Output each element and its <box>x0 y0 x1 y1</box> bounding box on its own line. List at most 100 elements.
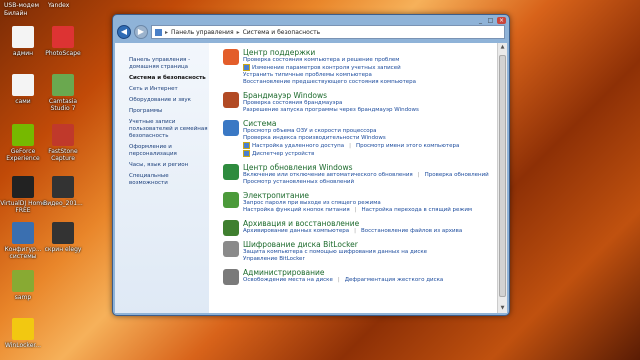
desktop-shortcut[interactable]: PhotoScape <box>40 26 86 57</box>
category-block: Шифрование диска BitLocker Защита компьют… <box>219 240 495 263</box>
task-link[interactable]: Изменение параметров контроля учетных за… <box>252 65 401 71</box>
bitlocker-icon <box>223 241 239 257</box>
vertical-scrollbar[interactable]: ▲ ▼ <box>497 43 507 313</box>
administration-icon <box>223 269 239 285</box>
left-nav-link[interactable]: Сеть и Интернет <box>129 86 209 93</box>
task-link[interactable]: Разрешение запуска программы через бранд… <box>243 107 419 113</box>
photoscape-icon <box>52 26 74 48</box>
category-block: Администрирование Освобождение места на д… <box>219 268 495 285</box>
task-link-row: Управление BitLocker <box>243 256 495 263</box>
task-link-row: Архивирование данных компьютера | Восстано… <box>243 228 495 235</box>
task-link[interactable]: Диспетчер устройств <box>252 151 314 157</box>
task-link[interactable]: Устранить типичные проблемы компьютера <box>243 72 372 78</box>
navigation-bar: ◀ ▶ ▸ Панель управления ▸ Система и безо… <box>113 23 509 41</box>
back-arrow-icon[interactable]: ◀ <box>117 25 131 39</box>
left-nav-link[interactable]: Оформление и персонализация <box>129 144 209 158</box>
control-panel-window[interactable]: _ □ × ◀ ▶ ▸ Панель управления ▸ Система … <box>112 14 510 316</box>
task-link[interactable]: Настройка перехода в спящий режим <box>362 207 473 213</box>
link-separator: | <box>337 277 340 283</box>
category-title-link[interactable]: Брандмауэр Windows <box>243 91 495 100</box>
scroll-down-icon[interactable]: ▼ <box>498 304 507 313</box>
task-link[interactable]: Управление BitLocker <box>243 256 305 262</box>
desktop-shortcut[interactable]: скрин elegy <box>40 222 86 253</box>
desktop-shortcut[interactable]: FastStone Capture <box>40 124 86 162</box>
uac-shield-icon <box>243 150 250 157</box>
task-link[interactable]: Просмотр объема ОЗУ и скорости процессор… <box>243 128 377 134</box>
category-title-link[interactable]: Электропитание <box>243 191 495 200</box>
category-block: Система Просмотр объема ОЗУ и скорости пр… <box>219 119 495 158</box>
task-link-row: Изменение параметров контроля учетных за… <box>243 64 495 72</box>
windows-update-icon <box>223 164 239 180</box>
breadcrumb-separator-icon: ▸ <box>236 28 240 36</box>
category-title-link[interactable]: Шифрование диска BitLocker <box>243 240 495 249</box>
task-link[interactable]: Запрос пароля при выходе из спящего режи… <box>243 200 381 206</box>
category-title-link[interactable]: Центр поддержки <box>243 48 495 57</box>
category-block: Брандмауэр Windows Проверка состояния бра… <box>219 91 495 114</box>
category-block: Электропитание Запрос пароля при выходе и… <box>219 191 495 214</box>
address-bar[interactable]: ▸ Панель управления ▸ Система и безопасн… <box>151 25 505 39</box>
desktop-shortcut-label: samp <box>14 294 32 301</box>
category-title-link[interactable]: Система <box>243 119 495 128</box>
breadcrumb-control-panel[interactable]: Панель управления <box>171 29 234 36</box>
category-block: Центр поддержки Проверка состояния компью… <box>219 48 495 86</box>
config-icon <box>12 222 34 244</box>
left-nav-link[interactable]: Система и безопасность <box>129 75 209 82</box>
desktop-shortcut-label: Camtasia Studio 7 <box>48 98 78 112</box>
task-link[interactable]: Настройка функций кнопок питания <box>243 207 350 213</box>
desktop-shortcut[interactable]: WinLocker... <box>0 318 46 349</box>
breadcrumb-system-security[interactable]: Система и безопасность <box>243 29 321 36</box>
scrollbar-thumb[interactable] <box>499 55 506 297</box>
left-nav-link[interactable]: Часы, язык и регион <box>129 162 209 169</box>
left-nav-link[interactable]: Специальные возможности <box>129 173 209 187</box>
image-icon <box>52 222 74 244</box>
system-icon <box>223 120 239 136</box>
task-link[interactable]: Проверка обновлений <box>425 172 489 178</box>
uac-shield-icon <box>243 64 250 71</box>
left-nav-link[interactable]: Учетные записи пользователей и семейная … <box>129 119 209 140</box>
minimize-button[interactable]: _ <box>476 17 485 24</box>
close-button[interactable]: × <box>497 17 506 24</box>
task-link[interactable]: Проверка состояния брандмауэра <box>243 100 342 106</box>
task-link[interactable]: Защита компьютера с помощью шифрования д… <box>243 249 427 255</box>
breadcrumb-separator-icon: ▸ <box>165 28 169 36</box>
window-titlebar[interactable] <box>113 15 509 23</box>
maximize-button[interactable]: □ <box>486 17 495 24</box>
desktop-shortcut-label: PhotoScape <box>45 50 81 57</box>
faststone-icon <box>52 124 74 146</box>
left-nav-link[interactable]: Панель управления - домашняя страница <box>129 57 209 71</box>
left-nav-link[interactable]: Программы <box>129 108 209 115</box>
uac-shield-icon <box>243 142 250 149</box>
task-link[interactable]: Проверка состояния компьютера и решение … <box>243 57 399 63</box>
category-title-link[interactable]: Архивация и восстановление <box>243 219 495 228</box>
task-link-row: Восстановление предшествующего состояния… <box>243 79 495 86</box>
forward-arrow-icon[interactable]: ▶ <box>134 25 148 39</box>
desktop-shortcut[interactable]: Camtasia Studio 7 <box>40 74 86 112</box>
desktop-label-beeline: Билайн <box>4 10 28 17</box>
task-link[interactable]: Освобождение места на диске <box>243 277 333 283</box>
radiation-icon <box>12 318 34 340</box>
task-link[interactable]: Восстановление предшествующего состояния… <box>243 79 416 85</box>
task-link[interactable]: Просмотр имени этого компьютера <box>356 143 459 149</box>
category-block: Центр обновления Windows Включение или от… <box>219 163 495 186</box>
task-link[interactable]: Проверка индекса производительности Wind… <box>243 135 386 141</box>
desktop-shortcut[interactable]: Видео_201... <box>40 176 86 207</box>
document-icon <box>12 26 34 48</box>
category-title-link[interactable]: Центр обновления Windows <box>243 163 495 172</box>
power-options-icon <box>223 192 239 208</box>
category-title-link[interactable]: Администрирование <box>243 268 495 277</box>
task-link[interactable]: Включение или отключение автоматического… <box>243 172 413 178</box>
task-link[interactable]: Архивирование данных компьютера <box>243 228 349 234</box>
task-link-row: Настройка удаленного доступа | Просмотр им… <box>243 142 495 150</box>
video-file-icon <box>52 176 74 198</box>
desktop-shortcut[interactable]: samp <box>0 270 46 301</box>
left-nav-link[interactable]: Оборудование и звук <box>129 97 209 104</box>
task-link[interactable]: Дефрагментация жесткого диска <box>345 277 444 283</box>
task-link[interactable]: Восстановление файлов из архива <box>361 228 462 234</box>
scroll-up-icon[interactable]: ▲ <box>498 43 507 52</box>
task-link[interactable]: Просмотр установленных обновлений <box>243 179 354 185</box>
samp-icon <box>12 270 34 292</box>
firewall-icon <box>223 92 239 108</box>
link-separator: | <box>354 228 356 234</box>
task-link[interactable]: Настройка удаленного доступа <box>252 143 344 149</box>
task-link-row: Освобождение места на диске | Дефрагментац… <box>243 277 495 284</box>
